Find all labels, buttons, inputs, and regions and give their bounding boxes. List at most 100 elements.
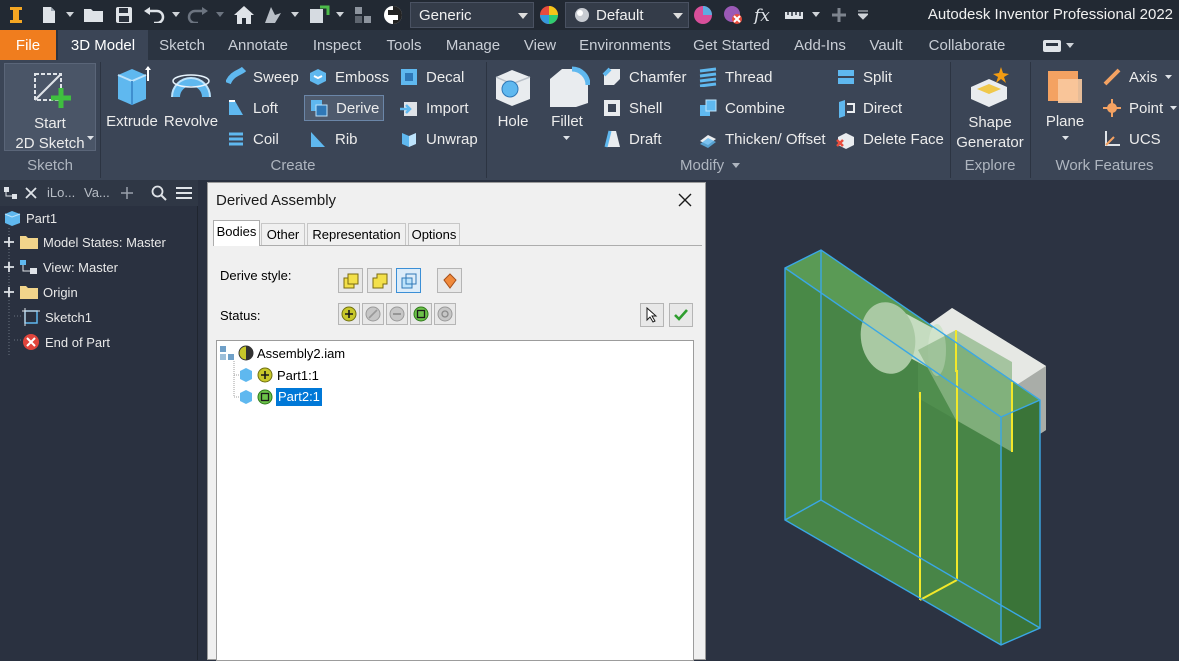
- unwrap-button[interactable]: Unwrap: [399, 126, 478, 152]
- shape-generator-button[interactable]: Shape Generator: [954, 63, 1026, 151]
- browser-item-part1[interactable]: Part1: [4, 206, 57, 230]
- select-dropdown-icon[interactable]: [289, 4, 301, 26]
- tab-environments[interactable]: Environments: [570, 30, 680, 60]
- select-priority-icon[interactable]: [261, 4, 285, 26]
- import-button[interactable]: Import: [399, 95, 469, 121]
- status-exclude-button[interactable]: [362, 303, 384, 325]
- measure-dropdown-icon[interactable]: [810, 4, 822, 26]
- browser-item-end-of-part[interactable]: End of Part: [22, 330, 110, 354]
- home-icon[interactable]: [231, 4, 257, 26]
- status-intersect-button[interactable]: [434, 303, 456, 325]
- axis-dropdown-icon[interactable]: [1165, 75, 1172, 80]
- appearance-combo[interactable]: Default: [565, 2, 689, 28]
- derive-style-multiple-bodies-button[interactable]: [396, 268, 421, 293]
- project-icon[interactable]: [351, 4, 375, 26]
- axis-button[interactable]: Axis: [1102, 64, 1157, 90]
- ribbon-display-toggle[interactable]: [1043, 38, 1079, 54]
- draft-button[interactable]: Draft: [602, 126, 662, 152]
- coil-button[interactable]: Coil: [226, 126, 279, 152]
- hamburger-menu-icon[interactable]: [176, 186, 192, 200]
- sweep-button[interactable]: Sweep: [226, 64, 299, 90]
- new-dropdown-icon[interactable]: [64, 4, 76, 26]
- new-file-icon[interactable]: [36, 4, 62, 26]
- combine-button[interactable]: Combine: [698, 95, 785, 121]
- measure-icon[interactable]: [782, 4, 806, 26]
- expand-plus-icon[interactable]: [4, 287, 14, 297]
- status-include-button[interactable]: [338, 303, 360, 325]
- tab-representation[interactable]: Representation: [307, 223, 406, 245]
- select-from-canvas-button[interactable]: [640, 303, 664, 327]
- extrude-button[interactable]: Extrude: [104, 63, 160, 133]
- browser-item-origin[interactable]: Origin: [4, 280, 78, 304]
- undo-dropdown-icon[interactable]: [170, 4, 182, 26]
- tab-view[interactable]: View: [514, 30, 566, 60]
- modify-group-expand[interactable]: Modify: [680, 157, 741, 174]
- split-button[interactable]: Split: [836, 64, 892, 90]
- tree-item-assembly[interactable]: Assembly2.iam: [219, 343, 345, 363]
- add-tab-icon[interactable]: [121, 187, 133, 199]
- thicken-offset-button[interactable]: Thicken/ Offset: [698, 126, 826, 152]
- rib-button[interactable]: Rib: [308, 126, 358, 152]
- browser-tree-icon[interactable]: [4, 187, 18, 199]
- browser-item-view[interactable]: View: Master: [4, 255, 118, 279]
- close-icon[interactable]: [25, 187, 37, 199]
- loft-button[interactable]: Loft: [226, 95, 278, 121]
- adjust-icon[interactable]: [691, 4, 715, 26]
- tab-options[interactable]: Options: [408, 223, 460, 245]
- tree-item-part1[interactable]: Part1:1: [238, 365, 319, 385]
- chamfer-button[interactable]: Chamfer: [602, 64, 687, 90]
- expand-plus-icon[interactable]: [4, 262, 14, 272]
- tab-inspect[interactable]: Inspect: [302, 30, 372, 60]
- return-dropdown-icon[interactable]: [334, 4, 346, 26]
- tree-item-part2[interactable]: Part2:1: [238, 387, 322, 407]
- graphics-viewport[interactable]: [706, 180, 1179, 660]
- hole-button[interactable]: Hole: [490, 63, 536, 133]
- tab-collaborate[interactable]: Collaborate: [915, 30, 1019, 60]
- parameters-fx-icon[interactable]: fx: [752, 4, 776, 26]
- redo-dropdown-icon[interactable]: [214, 4, 226, 26]
- point-button[interactable]: Point: [1102, 95, 1163, 121]
- tab-file[interactable]: File: [0, 30, 56, 60]
- derive-style-surface-bodies-button[interactable]: [437, 268, 462, 293]
- browser-item-model-states[interactable]: Model States: Master: [4, 230, 166, 254]
- thread-button[interactable]: Thread: [698, 64, 773, 90]
- tab-3d-model[interactable]: 3D Model: [58, 30, 148, 60]
- open-folder-icon[interactable]: [82, 4, 106, 26]
- emboss-button[interactable]: Emboss: [308, 64, 389, 90]
- start-2d-sketch-button[interactable]: Start 2D Sketch: [4, 63, 96, 152]
- derive-style-single-body-button[interactable]: [338, 268, 363, 293]
- add-icon[interactable]: [828, 4, 850, 26]
- save-icon[interactable]: [113, 4, 135, 26]
- material-combo[interactable]: Generic: [410, 2, 534, 28]
- status-subtract-button[interactable]: [386, 303, 408, 325]
- tab-bodies[interactable]: Bodies: [213, 220, 260, 246]
- search-icon[interactable]: [151, 185, 167, 201]
- redo-icon[interactable]: [186, 4, 210, 26]
- close-icon[interactable]: [678, 193, 692, 207]
- expand-plus-icon[interactable]: [4, 237, 14, 247]
- tab-add-ins[interactable]: Add-Ins: [783, 30, 857, 60]
- tab-vault[interactable]: Vault: [861, 30, 911, 60]
- tab-sketch[interactable]: Sketch: [150, 30, 214, 60]
- revolve-button[interactable]: Revolve: [160, 63, 222, 133]
- tab-manage[interactable]: Manage: [436, 30, 510, 60]
- decal-button[interactable]: Decal: [399, 64, 464, 90]
- delete-face-button[interactable]: Delete Face: [836, 126, 944, 152]
- shell-button[interactable]: Shell: [602, 95, 662, 121]
- fillet-button[interactable]: Fillet: [544, 63, 590, 145]
- ucs-button[interactable]: UCS: [1102, 126, 1161, 152]
- tab-vault[interactable]: Va...: [84, 185, 110, 200]
- direct-button[interactable]: Direct: [836, 95, 902, 121]
- tab-get-started[interactable]: Get Started: [684, 30, 779, 60]
- derive-style-single-body-no-seams-button[interactable]: [367, 268, 392, 293]
- customize-dropdown-icon[interactable]: [856, 4, 870, 26]
- inventor-logo-icon[interactable]: [6, 4, 26, 26]
- undo-icon[interactable]: [142, 4, 166, 26]
- tab-tools[interactable]: Tools: [376, 30, 432, 60]
- tab-other[interactable]: Other: [261, 223, 305, 245]
- return-icon[interactable]: [306, 4, 332, 26]
- color-wheel-icon[interactable]: [537, 4, 561, 26]
- assembly-component-tree[interactable]: Assembly2.iam Part1:1 Part2:1: [216, 340, 694, 661]
- point-dropdown-icon[interactable]: [1170, 106, 1177, 111]
- status-bounding-box-button[interactable]: [410, 303, 432, 325]
